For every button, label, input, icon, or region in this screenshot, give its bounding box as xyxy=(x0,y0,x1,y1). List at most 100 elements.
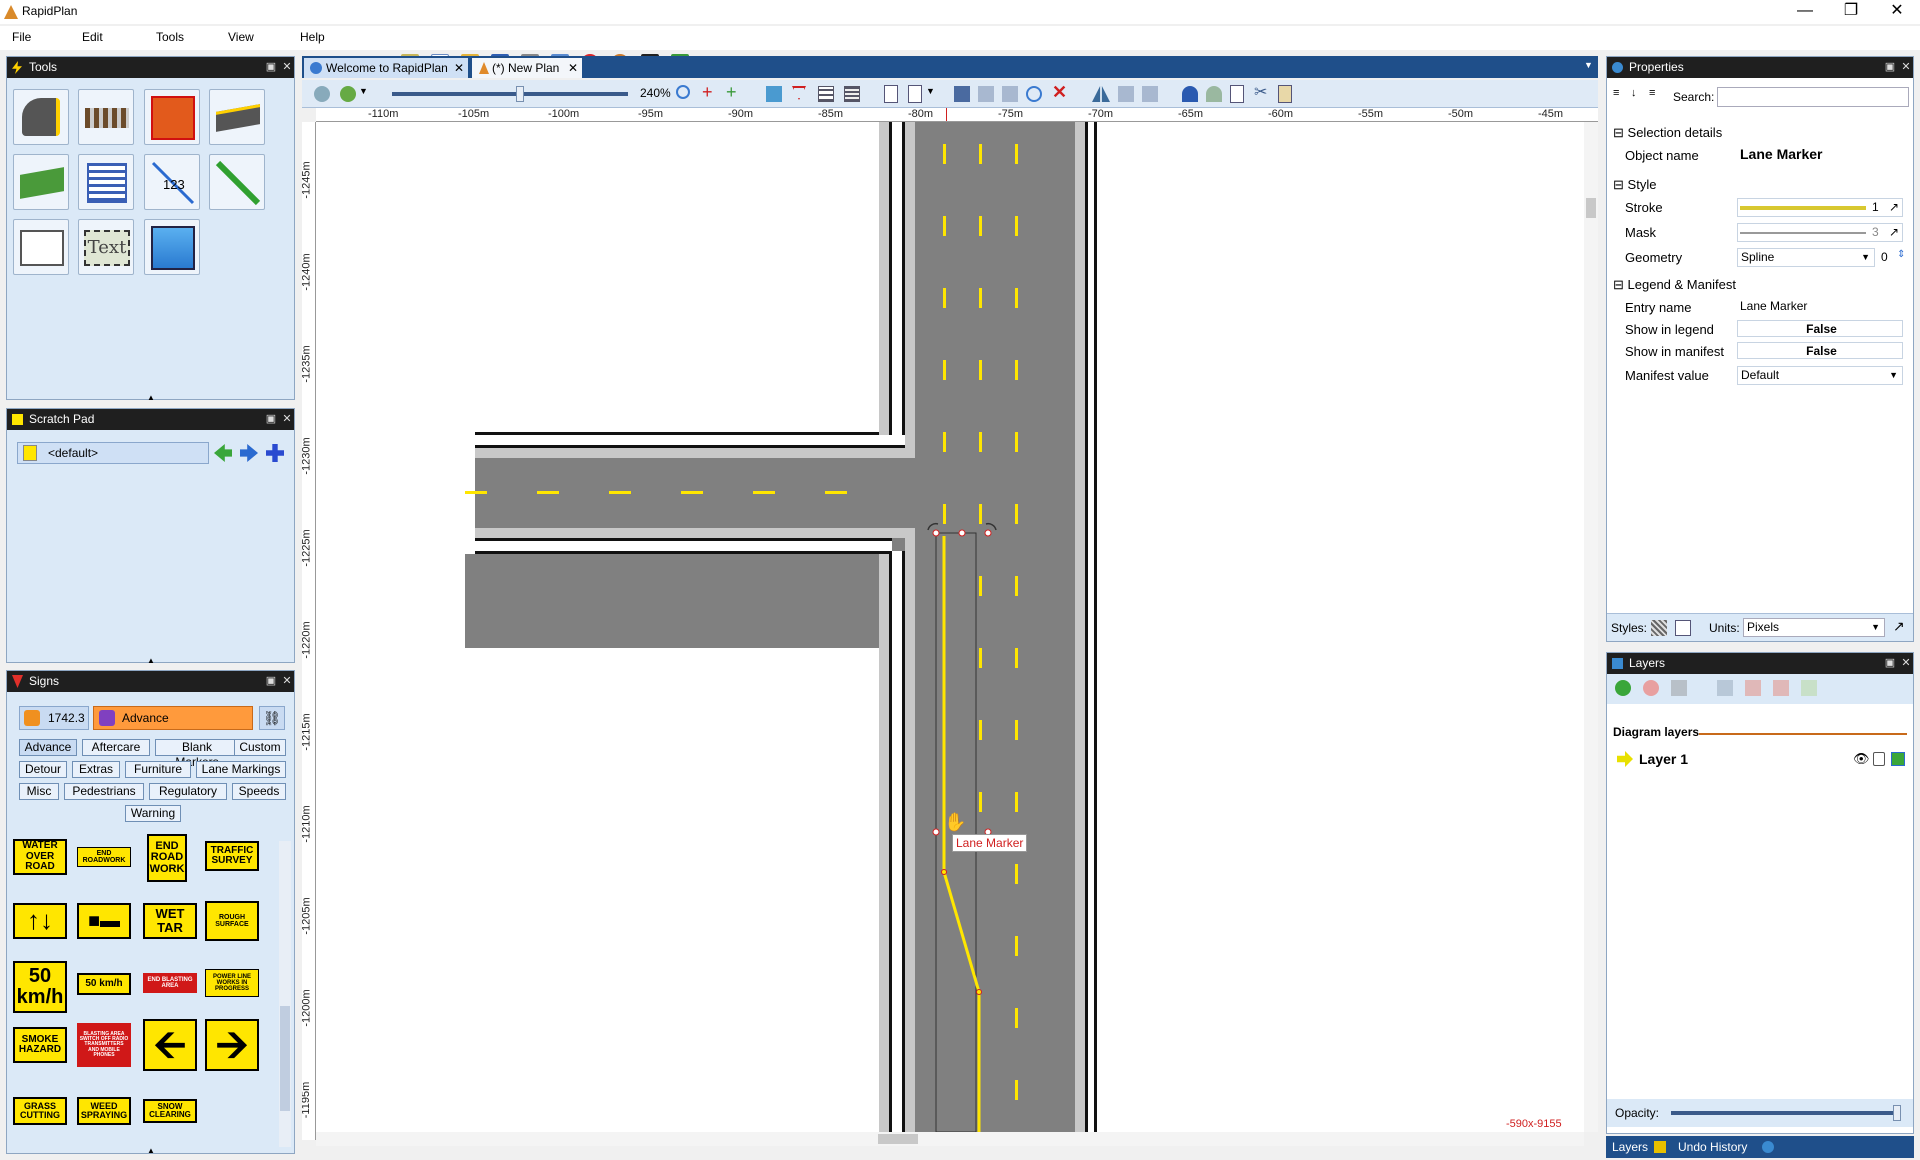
rotate-icon[interactable] xyxy=(1026,86,1042,102)
sign-tab-blank-markers[interactable]: Blank Markers xyxy=(155,739,239,769)
sort-category-icon[interactable]: ≡ xyxy=(1613,87,1619,99)
close-tab-icon[interactable]: ✕ xyxy=(568,58,578,78)
area-tool-button[interactable] xyxy=(13,154,69,210)
copy-icon[interactable] xyxy=(1230,85,1244,103)
visibility-icon[interactable]: 👁 xyxy=(1853,751,1870,767)
sign-tab-pedestrians[interactable]: Pedestrians xyxy=(64,783,144,800)
page-setup-dropdown-icon[interactable]: ▼ xyxy=(926,86,935,96)
pin-icon[interactable]: ▣ xyxy=(1883,57,1897,78)
sign-arrow-right[interactable]: 🡪 xyxy=(205,1019,259,1071)
sign-two-way-arrows[interactable]: ↑↓ xyxy=(13,903,67,939)
tab-welcome[interactable]: Welcome to RapidPlan ✕ xyxy=(304,58,468,78)
undo-icon[interactable] xyxy=(1182,86,1198,102)
dropdown-icon[interactable]: ▼ xyxy=(1871,619,1880,636)
opacity-slider[interactable] xyxy=(1671,1105,1901,1121)
text-tool-button[interactable]: Text xyxy=(78,219,134,275)
sign-weed-spraying[interactable]: WEED SPRAYING xyxy=(77,1097,131,1125)
manifest-value-select[interactable]: Default ▼ xyxy=(1737,366,1903,385)
list-view-icon[interactable]: ≡ xyxy=(1649,87,1655,99)
styles-brush-icon[interactable] xyxy=(1651,620,1667,636)
table-tool-button[interactable] xyxy=(78,154,134,210)
cut-icon[interactable]: ✂ xyxy=(1254,82,1267,102)
lock-icon[interactable] xyxy=(1873,752,1885,766)
category-select[interactable]: Advance xyxy=(93,706,253,730)
sign-tab-regulatory[interactable]: Regulatory xyxy=(149,783,227,800)
collapse-icon[interactable]: ▲ xyxy=(147,393,155,402)
page-icon[interactable] xyxy=(884,85,898,103)
geometry-select[interactable]: Spline ▼ xyxy=(1737,248,1875,267)
dimension-tool-button[interactable]: 123 xyxy=(144,154,200,210)
layer-type-icon[interactable] xyxy=(1891,752,1905,766)
scroll-thumb[interactable] xyxy=(878,1134,918,1144)
road-tool-button[interactable] xyxy=(13,89,69,145)
zoom-icon[interactable] xyxy=(676,85,690,99)
filter-icon[interactable] xyxy=(792,86,806,100)
previous-arrow-icon[interactable] xyxy=(214,444,232,462)
paste-icon[interactable] xyxy=(1278,85,1292,103)
sign-tab-detour[interactable]: Detour xyxy=(19,761,67,778)
sign-arrow-left[interactable]: 🡨 xyxy=(143,1019,197,1071)
collapse-icon[interactable]: ▲ xyxy=(147,656,155,665)
layer-options-icon[interactable] xyxy=(1801,680,1817,696)
spinner-icon[interactable]: ⇕ xyxy=(1897,249,1905,260)
vertical-scrollbar[interactable] xyxy=(1584,122,1598,1132)
units-edit-icon[interactable]: ↗ xyxy=(1893,618,1905,635)
flip-icon[interactable] xyxy=(1092,86,1110,102)
sign-blasting-area[interactable]: BLASTING AREA SWITCH OFF RADIO TRANSMITT… xyxy=(77,1023,131,1067)
page-setup-icon[interactable] xyxy=(908,85,922,103)
minimize-icon[interactable]: — xyxy=(1782,0,1828,24)
geometry-number[interactable]: 0 xyxy=(1881,250,1888,264)
snap-icon[interactable]: + xyxy=(726,82,737,103)
sign-wet-tar[interactable]: WET TAR xyxy=(143,903,197,939)
sign-water-over-road[interactable]: WATER OVER ROAD xyxy=(13,839,67,875)
edit-layer-icon[interactable] xyxy=(1671,680,1687,696)
sign-tab-custom[interactable]: Custom xyxy=(234,739,286,756)
railway-tool-button[interactable] xyxy=(78,89,134,145)
object-name-value[interactable]: Lane Marker xyxy=(1737,146,1903,165)
globe-icon[interactable] xyxy=(314,86,330,102)
menu-tools[interactable]: Tools xyxy=(156,30,184,44)
units-select[interactable]: Pixels ▼ xyxy=(1743,618,1885,637)
view-mode-icon[interactable] xyxy=(340,86,356,102)
move-layer-up-icon[interactable] xyxy=(1717,680,1733,696)
section-selection-details[interactable]: ⊟ Selection details xyxy=(1613,125,1722,141)
close-icon[interactable]: ✕ xyxy=(1899,653,1913,674)
pin-icon[interactable]: ▣ xyxy=(264,409,278,430)
add-layer-icon[interactable] xyxy=(1615,680,1631,696)
pin-icon[interactable]: ▣ xyxy=(1883,653,1897,674)
drawing-canvas[interactable]: Lane Marker ✋ -590x-9155 xyxy=(316,122,1584,1132)
sign-tab-advance[interactable]: Advance xyxy=(19,739,77,756)
collapse-icon[interactable]: ⊟ xyxy=(1613,277,1624,292)
image-tool-button[interactable] xyxy=(144,219,200,275)
group-icon[interactable] xyxy=(1002,86,1018,102)
tab-menu-icon[interactable]: ▼ xyxy=(1584,60,1593,70)
sign-rough-surface[interactable]: ROUGH SURFACE xyxy=(205,901,259,941)
sign-end-blasting-area[interactable]: END BLASTING AREA xyxy=(143,973,197,993)
sign-power-line-works[interactable]: POWER LINE WORKS IN PROGRESS xyxy=(205,969,259,997)
sign-smoke-hazard[interactable]: SMOKE HAZARD xyxy=(13,1027,67,1063)
restore-icon[interactable]: ❐ xyxy=(1828,0,1874,24)
sign-tab-lane-markings[interactable]: Lane Markings xyxy=(196,761,286,778)
show-legend-value[interactable]: False xyxy=(1737,320,1903,337)
layer-row[interactable]: Layer 1 👁 xyxy=(1611,749,1909,771)
stroke-value[interactable]: 1 ↗ xyxy=(1737,198,1903,217)
edit-stroke-icon[interactable]: ↗ xyxy=(1889,199,1899,216)
properties-search-input[interactable] xyxy=(1717,87,1909,107)
sign-tab-speeds[interactable]: Speeds xyxy=(232,783,286,800)
sort-alpha-icon[interactable]: ↓ xyxy=(1631,87,1637,99)
sign-truck[interactable]: ■▬ xyxy=(77,903,131,939)
redo-icon[interactable] xyxy=(1206,86,1222,102)
road-segment-tool-button[interactable] xyxy=(209,89,265,145)
edit-mask-icon[interactable]: ↗ xyxy=(1889,224,1899,241)
image-icon[interactable] xyxy=(766,86,782,102)
menu-help[interactable]: Help xyxy=(300,30,325,44)
sign-end-roadwork[interactable]: END ROADWORK xyxy=(77,847,131,867)
zoom-slider[interactable] xyxy=(392,86,628,102)
collapse-icon[interactable]: ⊟ xyxy=(1613,177,1624,192)
collapse-icon[interactable]: ▲ xyxy=(147,1146,155,1155)
pin-icon[interactable]: ▣ xyxy=(264,57,278,78)
pin-icon[interactable]: ▣ xyxy=(264,671,278,692)
sign-snow-clearing[interactable]: SNOW CLEARING xyxy=(143,1099,197,1123)
distribute-icon[interactable] xyxy=(978,86,994,102)
dropdown-icon[interactable]: ▼ xyxy=(1861,249,1870,266)
